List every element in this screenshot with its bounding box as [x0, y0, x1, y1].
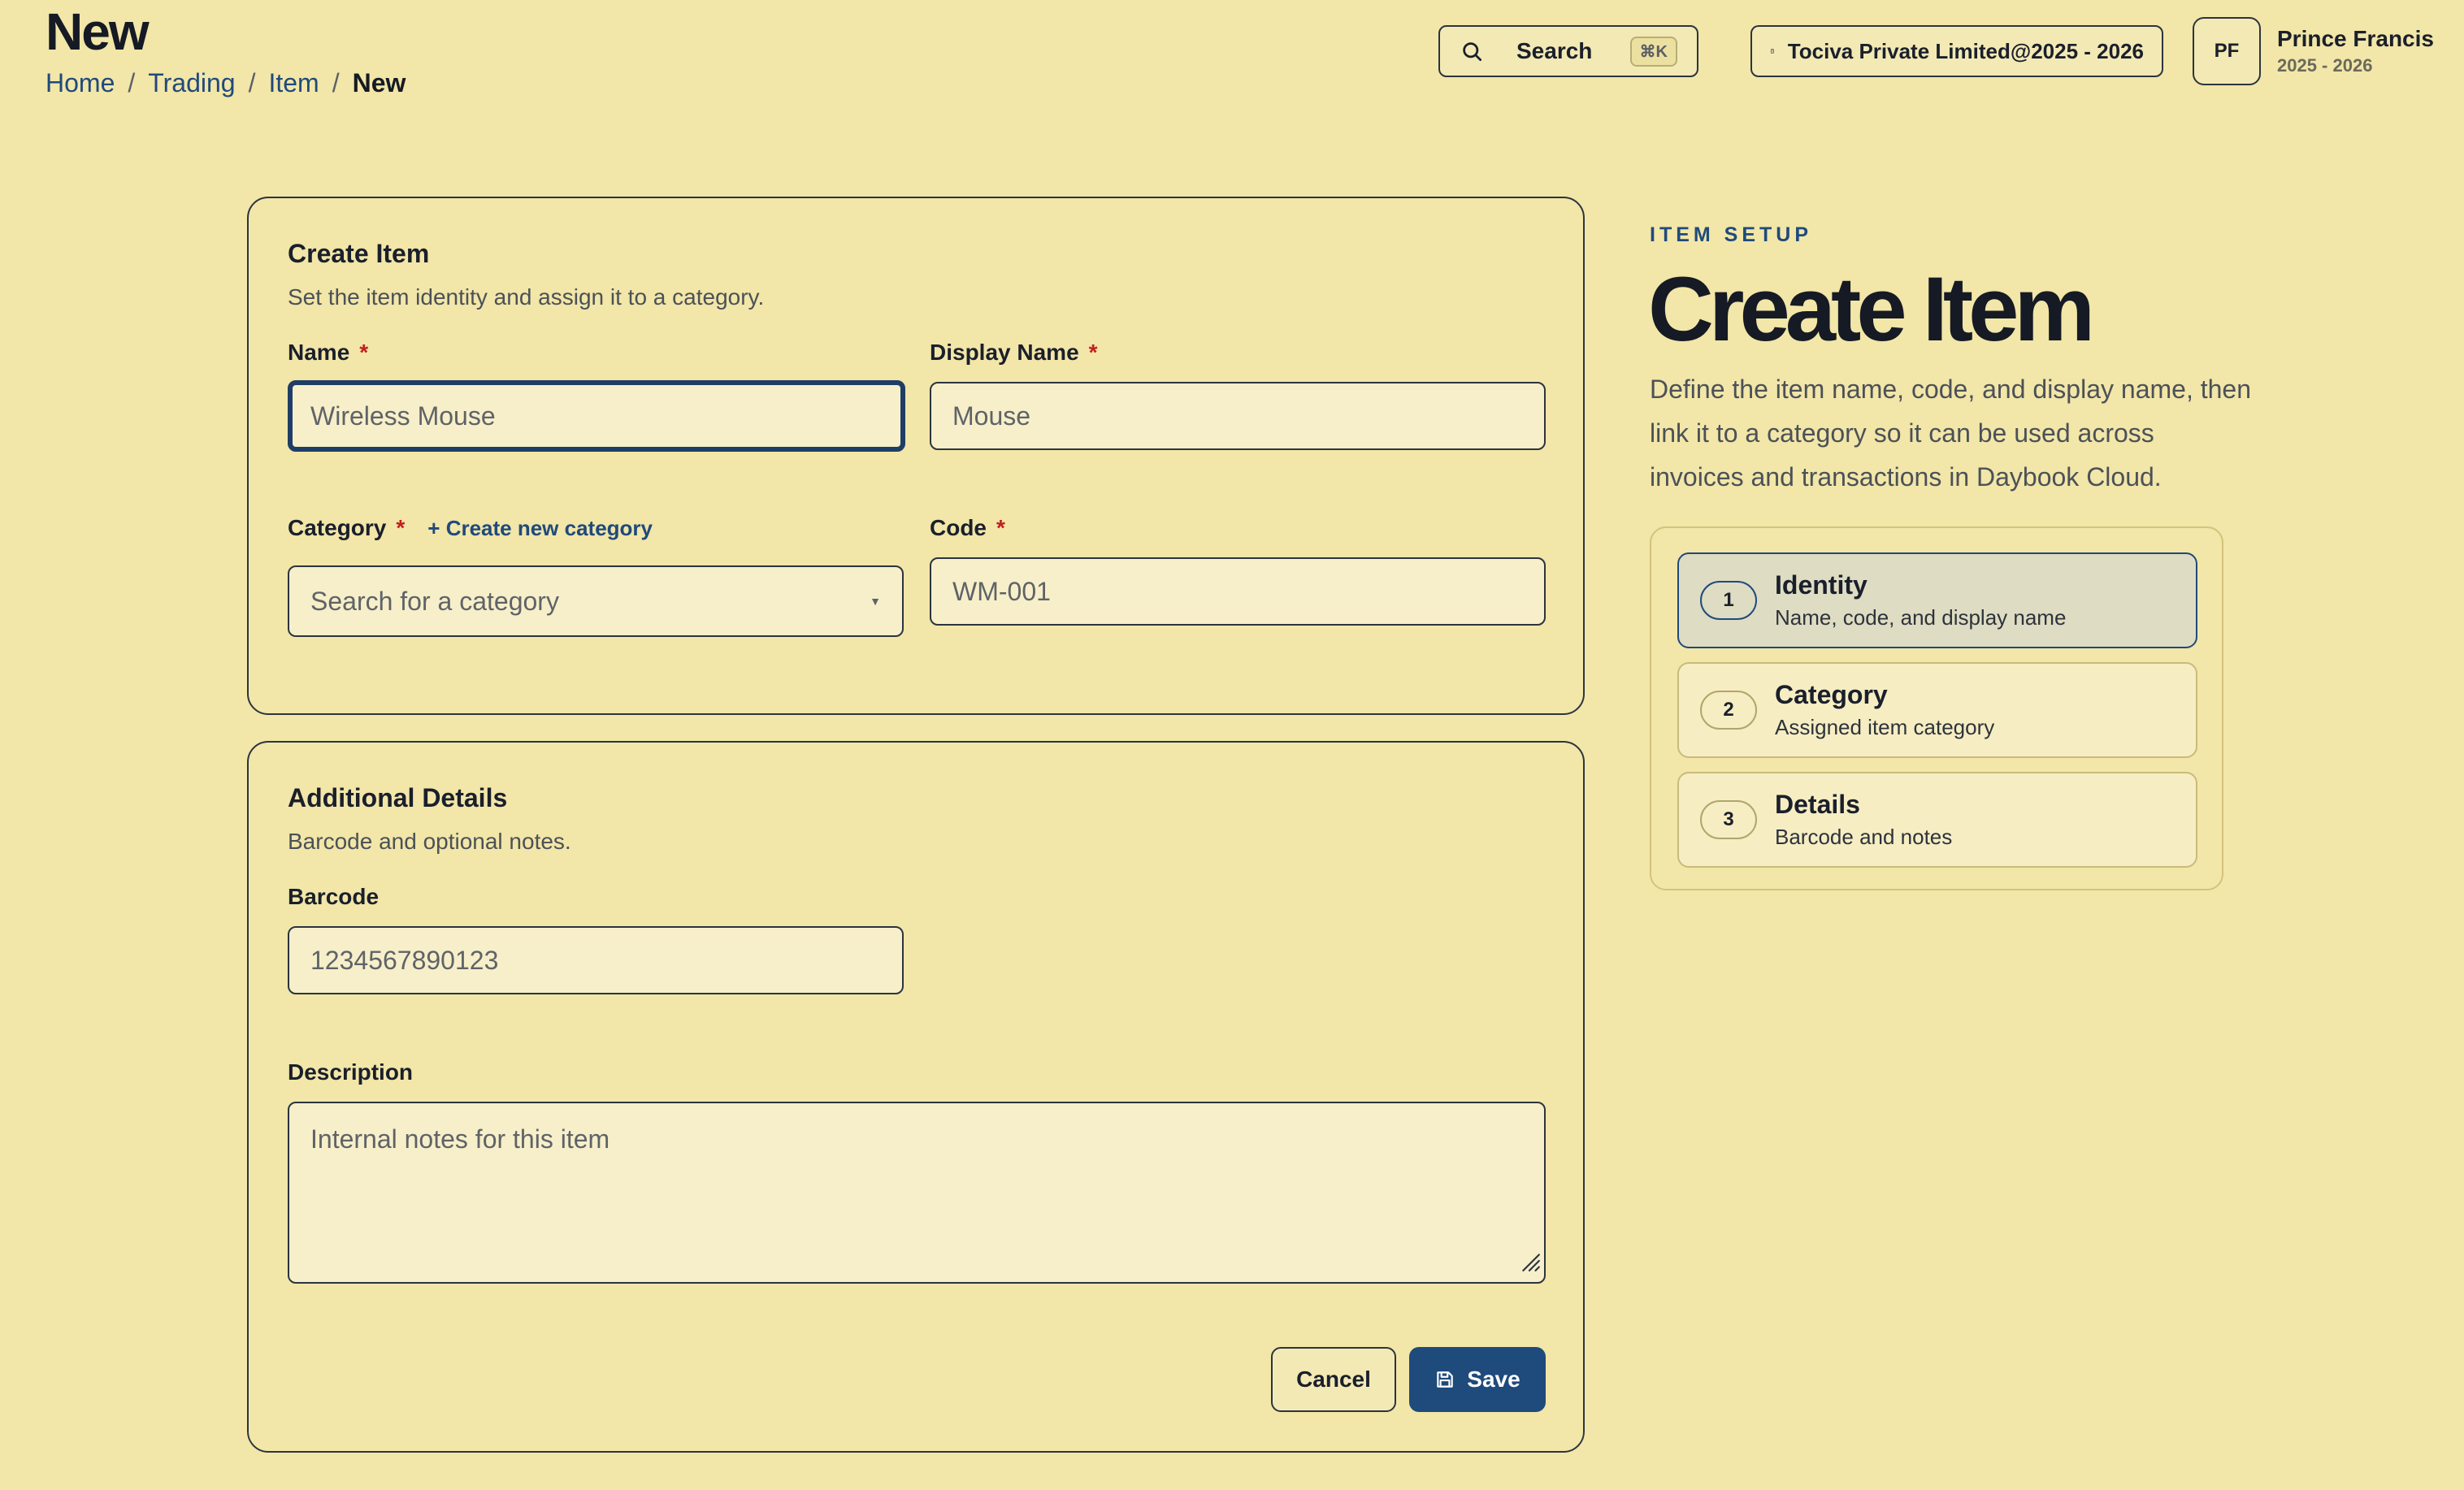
- card-subtitle: Set the item identity and assign it to a…: [288, 284, 765, 310]
- building-icon: [1770, 49, 1774, 54]
- breadcrumb-separator: /: [332, 68, 340, 97]
- card-title: Create Item: [288, 239, 430, 268]
- category-placeholder: Search for a category: [310, 586, 559, 616]
- breadcrumb-current: New: [352, 68, 406, 97]
- company-selector[interactable]: Tociva Private Limited@2025 - 2026: [1750, 25, 2163, 77]
- additional-details-card: Additional Details Barcode and optional …: [247, 741, 1585, 1453]
- breadcrumb-separator: /: [128, 68, 136, 97]
- user-period: 2025 - 2026: [2277, 55, 2373, 76]
- breadcrumb-item-link[interactable]: Item: [268, 68, 319, 98]
- section-eyebrow: ITEM SETUP: [1650, 223, 1813, 246]
- description-label: Description: [288, 1059, 414, 1085]
- breadcrumb-home-link[interactable]: Home: [46, 68, 115, 98]
- save-button[interactable]: Save: [1409, 1347, 1546, 1412]
- steps-panel: 1 Identity Name, code, and display name …: [1650, 526, 2223, 890]
- step-title: Details: [1775, 790, 1860, 819]
- name-input[interactable]: [288, 380, 905, 452]
- resize-grip-icon[interactable]: [1520, 1251, 1541, 1272]
- company-label: Tociva Private Limited@2025 - 2026: [1787, 38, 2144, 63]
- code-label: Code *: [930, 515, 1005, 540]
- step-subtitle: Barcode and notes: [1775, 825, 1953, 849]
- display-name-input[interactable]: [930, 382, 1546, 450]
- required-marker: *: [396, 515, 406, 540]
- breadcrumb-trading-link[interactable]: Trading: [148, 68, 235, 98]
- required-marker: *: [1088, 340, 1098, 365]
- step-category[interactable]: 2 Category Assigned item category: [1677, 662, 2197, 758]
- save-label: Save: [1467, 1367, 1520, 1392]
- step-title: Category: [1775, 680, 1888, 709]
- category-label: Category * + Create new category: [288, 515, 653, 541]
- description-textarea[interactable]: [288, 1102, 1546, 1284]
- step-number: 1: [1700, 581, 1757, 620]
- step-number: 3: [1700, 800, 1757, 839]
- barcode-input[interactable]: [288, 926, 904, 994]
- card-subtitle: Barcode and optional notes.: [288, 829, 571, 854]
- hero-title: Create Item: [1648, 258, 2095, 360]
- cancel-button[interactable]: Cancel: [1271, 1347, 1396, 1412]
- step-subtitle: Name, code, and display name: [1775, 605, 2067, 630]
- user-name: Prince Francis: [2277, 26, 2434, 51]
- save-icon: [1437, 1371, 1454, 1388]
- step-title: Identity: [1775, 570, 1868, 600]
- code-input[interactable]: [930, 557, 1546, 626]
- create-item-card: Create Item Set the item identity and as…: [247, 197, 1585, 715]
- step-details[interactable]: 3 Details Barcode and notes: [1677, 772, 2197, 868]
- display-name-label: Display Name *: [930, 340, 1098, 365]
- chevron-down-icon: ▼: [870, 595, 881, 608]
- step-number: 2: [1700, 691, 1757, 730]
- hero-description: Define the item name, code, and display …: [1650, 375, 2251, 492]
- search-button[interactable]: Search ⌘K: [1438, 25, 1698, 77]
- avatar[interactable]: PF: [2193, 17, 2261, 85]
- breadcrumb-separator: /: [248, 68, 256, 97]
- search-icon: [1463, 42, 1481, 61]
- barcode-label: Barcode: [288, 884, 380, 909]
- required-marker: *: [359, 340, 369, 365]
- card-title: Additional Details: [288, 783, 508, 812]
- page-title: New: [46, 2, 150, 61]
- search-shortcut-badge: ⌘K: [1629, 36, 1677, 67]
- search-label: Search: [1516, 38, 1593, 63]
- step-subtitle: Assigned item category: [1775, 715, 1995, 739]
- create-category-link[interactable]: + Create new category: [427, 516, 653, 541]
- category-select[interactable]: Search for a category ▼: [288, 565, 904, 637]
- breadcrumb: Home / Trading / Item / New: [46, 68, 406, 98]
- required-marker: *: [996, 515, 1005, 540]
- step-identity[interactable]: 1 Identity Name, code, and display name: [1677, 552, 2197, 648]
- name-label: Name *: [288, 340, 369, 365]
